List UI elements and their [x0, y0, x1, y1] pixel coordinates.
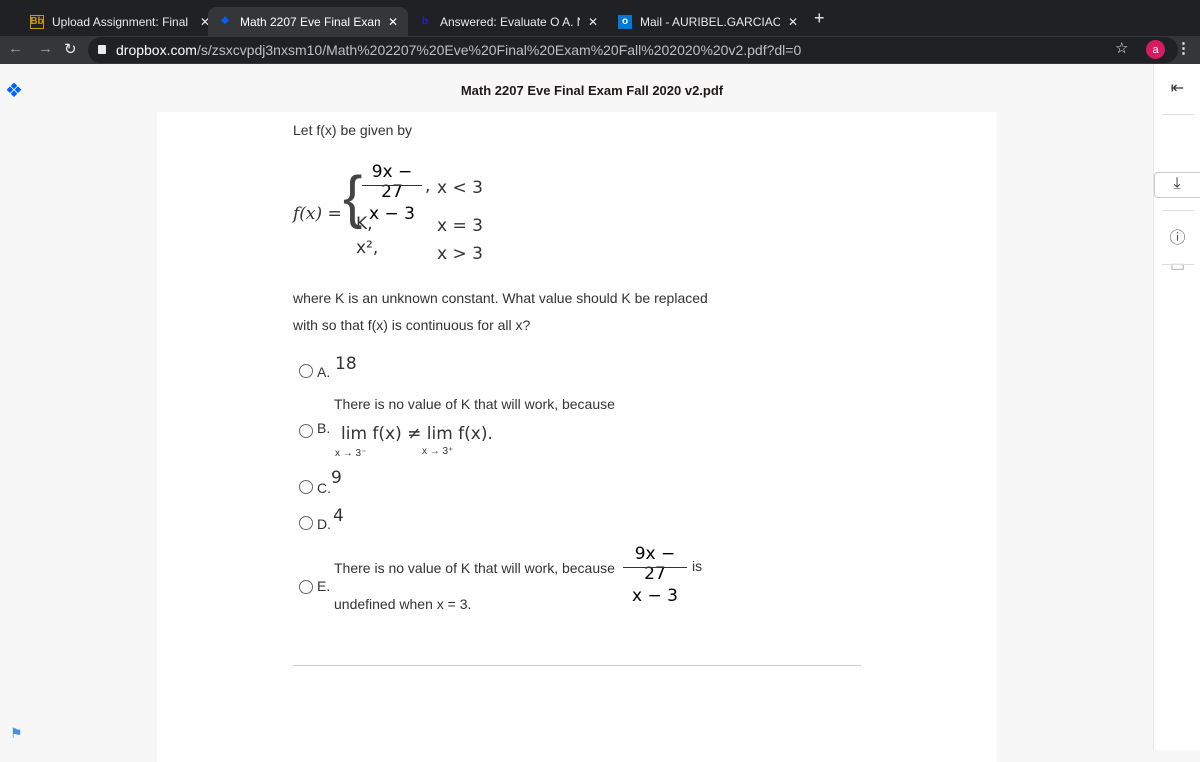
download-icon: ⤓	[1173, 175, 1181, 192]
question-intro: Let f(x) be given by	[293, 122, 413, 138]
right-rail: ⇤ ⤓ ⓘ ▭	[1153, 64, 1200, 750]
case1-condition: x < 3	[437, 178, 483, 198]
divider	[1162, 114, 1194, 115]
limit-subscript-right: x → 3⁺	[422, 446, 454, 457]
option-e-label: E.	[317, 578, 331, 594]
numerator: 9x − 27	[634, 544, 676, 584]
tab-answered[interactable]: bAnswered: Evaluate O A. None✕	[408, 7, 608, 36]
option-d-radio[interactable]	[299, 516, 313, 530]
option-b-radio[interactable]	[299, 424, 313, 438]
option-e-is: is	[692, 558, 703, 574]
feedback-flag-icon[interactable]: ⚑	[10, 725, 23, 742]
new-tab-button[interactable]: +	[814, 8, 825, 29]
option-e-text-2: undefined when x = 3.	[334, 596, 472, 612]
collapse-panel-icon[interactable]: ⇤	[1154, 78, 1200, 98]
address-bar[interactable]: dropbox.com/s/zsxcvpdj3nxsm10/Math%20220…	[88, 37, 1178, 63]
fraction-bar	[623, 567, 687, 568]
close-tab-icon[interactable]: ✕	[788, 15, 798, 29]
option-a-label: A.	[317, 364, 331, 380]
pdf-page: Let f(x) be given by f(x) = { 9x − 27 x …	[157, 112, 997, 762]
divider	[1162, 264, 1194, 265]
tab-mail[interactable]: oMail - AURIBEL.GARCIACEBALL✕	[608, 7, 808, 36]
numerator: 9x − 27	[371, 162, 413, 202]
lock-icon	[98, 45, 106, 54]
download-button[interactable]: ⤓	[1154, 172, 1200, 198]
option-b-label: B.	[317, 420, 331, 436]
reload-icon[interactable]: ↻	[64, 40, 77, 58]
info-icon[interactable]: ⓘ	[1154, 224, 1200, 248]
option-b-text: There is no value of K that will work, b…	[334, 396, 615, 412]
close-tab-icon[interactable]: ✕	[388, 15, 398, 29]
profile-avatar[interactable]: a	[1146, 40, 1165, 59]
bookmark-star-icon[interactable]: ☆	[1115, 39, 1128, 57]
tab-bar: BbUpload Assignment: Final Exam✕ ❖Math 2…	[0, 0, 1200, 36]
case3-value: x²,	[356, 238, 379, 258]
page-divider	[293, 665, 861, 666]
option-a-value: 18	[335, 354, 357, 374]
option-d-label: D.	[317, 516, 331, 532]
comment-icon[interactable]: ▭	[1154, 256, 1200, 276]
option-c-label: C.	[317, 480, 331, 496]
close-tab-icon[interactable]: ✕	[588, 15, 598, 29]
question-line-1: where K is an unknown constant. What val…	[293, 290, 708, 306]
case2-condition: x = 3	[437, 216, 483, 236]
fx-label: f(x) =	[293, 204, 342, 224]
case2-value: K,	[356, 214, 373, 234]
comma: ,	[425, 176, 431, 196]
outlook-icon: o	[618, 14, 632, 29]
question-line-2: with so that f(x) is continuous for all …	[293, 317, 531, 333]
dropbox-icon: ❖	[220, 16, 230, 27]
option-e-fraction: 9x − 27 x − 3	[623, 544, 687, 606]
forward-icon[interactable]: →	[38, 40, 53, 57]
option-b-limits: lim f(x) ≠ lim f(x).	[341, 424, 493, 444]
option-a-radio[interactable]	[299, 364, 313, 378]
menu-icon[interactable]: ⋮	[1176, 39, 1191, 57]
bb-icon: Bb	[30, 14, 44, 29]
divider	[1162, 210, 1194, 211]
back-icon[interactable]: ←	[8, 40, 23, 57]
case3-condition: x > 3	[437, 244, 483, 264]
denominator: x − 3	[632, 586, 678, 606]
tab-math-exam[interactable]: ❖Math 2207 Eve Final Exam Fall✕	[208, 7, 408, 36]
fraction-bar	[362, 185, 422, 186]
option-d-value: 4	[333, 506, 344, 526]
document-title: Math 2207 Eve Final Exam Fall 2020 v2.pd…	[460, 83, 724, 98]
option-e-text: There is no value of K that will work, b…	[334, 560, 615, 576]
option-c-value: 9	[331, 468, 342, 488]
option-e-radio[interactable]	[299, 580, 313, 594]
option-c-radio[interactable]	[299, 480, 313, 494]
limit-subscript-left: x → 3⁻	[335, 448, 367, 459]
tab-upload-assignment[interactable]: BbUpload Assignment: Final Exam✕	[20, 7, 210, 36]
browser-toolbar: ← → ↻ dropbox.com/s/zsxcvpdj3nxsm10/Math…	[0, 36, 1200, 64]
bartleby-icon: b	[421, 16, 429, 27]
